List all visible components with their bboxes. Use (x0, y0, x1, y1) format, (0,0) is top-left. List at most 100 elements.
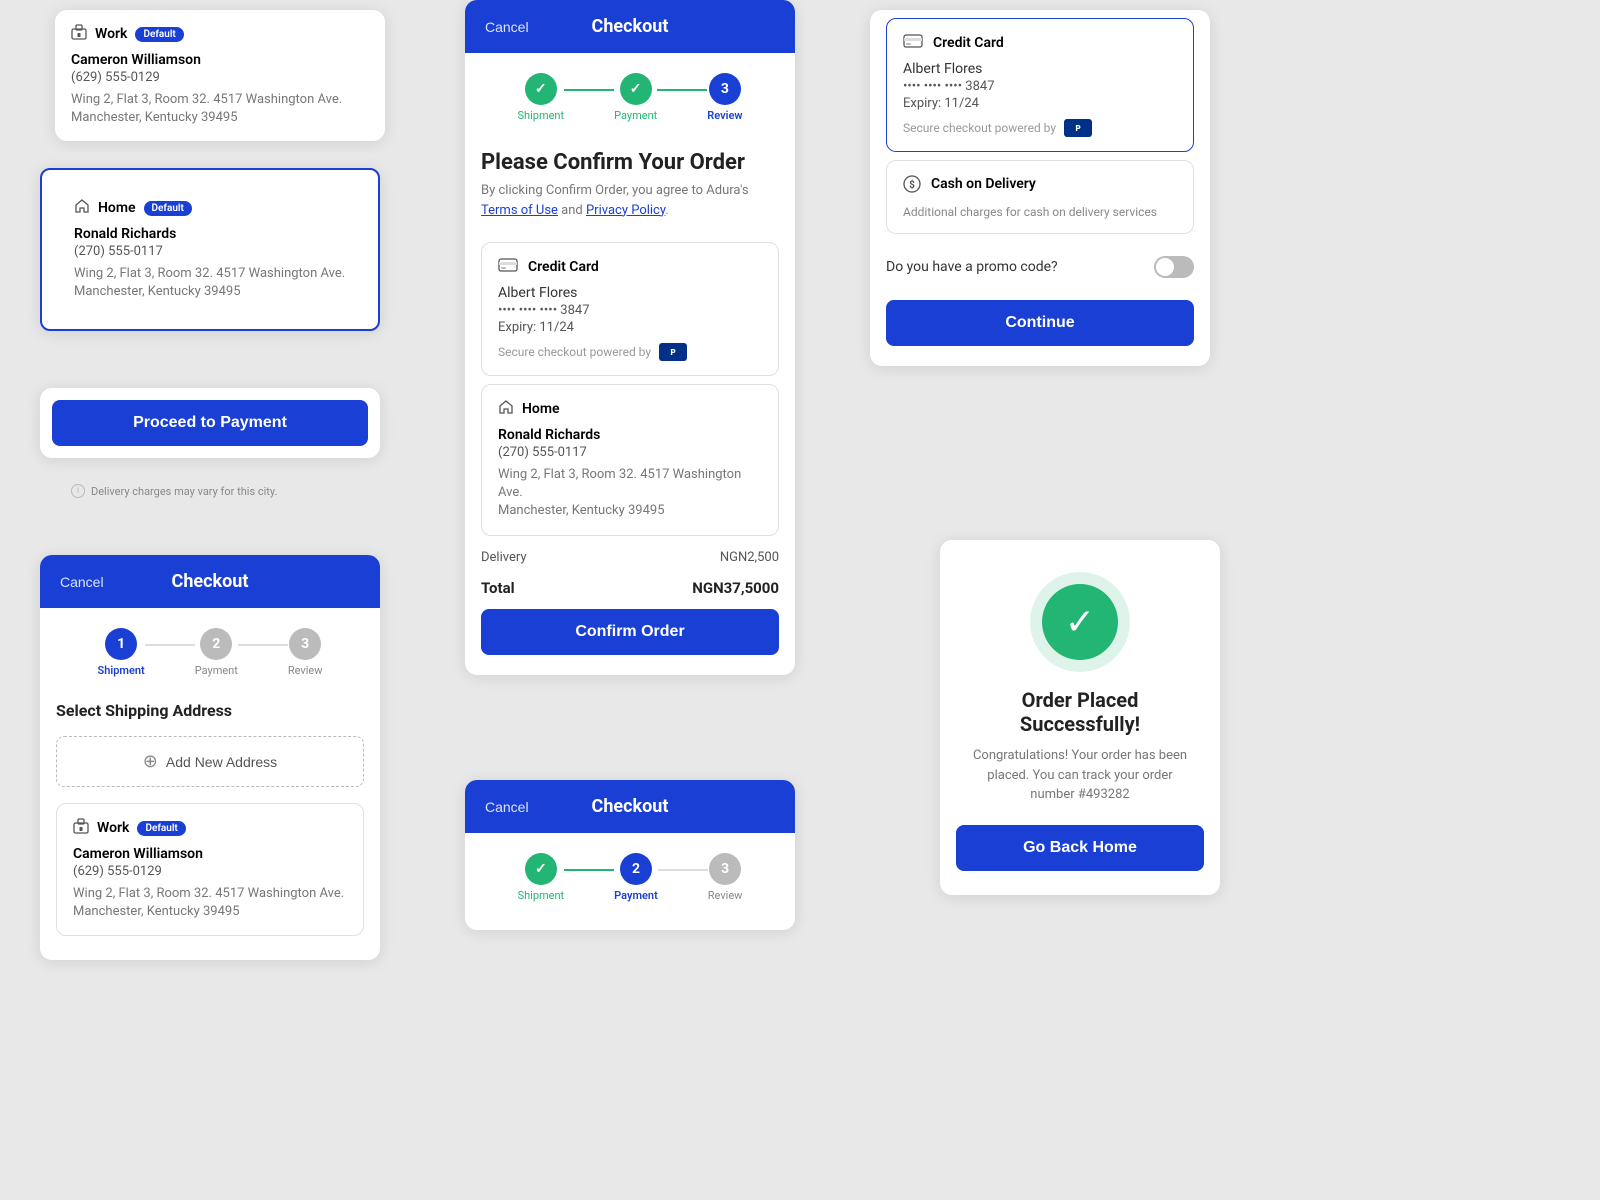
terms-link[interactable]: Terms of Use (481, 203, 558, 218)
checkout-confirm-title: Checkout (592, 16, 669, 37)
step2-line-2 (658, 869, 708, 871)
panel-card-number: •••• •••• •••• 3847 (903, 79, 1177, 94)
confirm-step-line-2 (657, 89, 707, 91)
continue-button[interactable]: Continue (886, 300, 1194, 346)
step2-shipment-circle: ✓ (525, 853, 557, 885)
svg-text:$: $ (909, 178, 915, 191)
confirm-step-shipment: ✓ Shipment (518, 73, 565, 122)
home-default-badge: Default (144, 201, 192, 216)
home-address: Wing 2, Flat 3, Room 32. 4517 Washington… (74, 265, 346, 301)
home-phone: (270) 555-0117 (74, 244, 346, 259)
work-address: Wing 2, Flat 3, Room 32. 4517 Washington… (71, 91, 369, 127)
checkout-confirm-card: Cancel Checkout ✓ Shipment ✓ Payment 3 R… (465, 0, 795, 675)
home-address-card-top[interactable]: Home Default Ronald Richards (270) 555-0… (40, 168, 380, 331)
proceed-payment-button[interactable]: Proceed to Payment (52, 400, 368, 446)
credit-card-option[interactable]: Credit Card Albert Flores •••• •••• ••••… (886, 18, 1194, 152)
checkout-step1-card: Cancel Checkout 1 Shipment 2 Payment 3 R… (40, 555, 380, 960)
confirm-card-expiry: Expiry: 11/24 (498, 320, 762, 335)
checkout-work-badge: Default (137, 821, 185, 836)
paypal-icon-panel: P (1064, 119, 1092, 137)
confirm-address-text: Wing 2, Flat 3, Room 32. 4517 Washington… (498, 466, 762, 521)
success-icon-wrap: ✓ (940, 540, 1220, 688)
checkout-step2-title: Checkout (592, 796, 669, 817)
work-icon-2 (73, 818, 89, 838)
delivery-note: i Delivery charges may vary for this cit… (55, 480, 385, 508)
total-row: Total NGN37,5000 (465, 571, 795, 609)
cod-icon: $ (903, 175, 921, 197)
work-icon (71, 24, 87, 44)
confirm-step-payment: ✓ Payment (614, 73, 657, 122)
add-new-address-button[interactable]: ⊕ Add New Address (56, 736, 364, 787)
panel-card-expiry: Expiry: 11/24 (903, 96, 1177, 111)
select-address-heading: Select Shipping Address (40, 685, 380, 728)
confirm-address-name: Ronald Richards (498, 427, 762, 443)
step-payment-label: Payment (195, 664, 238, 677)
step2-payment: 2 Payment (614, 853, 658, 902)
cancel-step1-button[interactable]: Cancel (60, 574, 104, 590)
step-payment: 2 Payment (195, 628, 238, 677)
confirm-step-review: 3 Review (707, 73, 742, 122)
step-review-circle: 3 (289, 628, 321, 660)
cancel-confirm-button[interactable]: Cancel (485, 19, 529, 35)
payment-panel: Credit Card Albert Flores •••• •••• ••••… (870, 10, 1210, 366)
confirm-step-line-1 (564, 89, 614, 91)
step2-line-1 (564, 869, 614, 871)
confirm-order-subtext: By clicking Confirm Order, you agree to … (465, 181, 795, 234)
cod-title-label: Cash on Delivery (931, 176, 1036, 192)
checkout-step1-title: Checkout (172, 571, 249, 592)
promo-row: Do you have a promo code? (870, 242, 1210, 292)
success-outer-circle: ✓ (1030, 572, 1130, 672)
cod-desc-label: Additional charges for cash on delivery … (903, 205, 1177, 219)
step-line-1 (145, 644, 195, 646)
panel-secure-row: Secure checkout powered by P (903, 119, 1177, 137)
checkout-step1-header: Cancel Checkout (40, 555, 380, 608)
total-value: NGN37,5000 (692, 579, 779, 597)
confirm-card-name: Albert Flores (498, 285, 762, 301)
checkout-step2-card: Cancel Checkout ✓ Shipment 2 Payment 3 R… (465, 780, 795, 930)
checkout-confirm-header: Cancel Checkout (465, 0, 795, 53)
checkout-work-type: Work (97, 820, 129, 836)
confirm-step-review-circle: 3 (709, 73, 741, 105)
step2-payment-label: Payment (614, 889, 658, 902)
home-type-label: Home (98, 200, 136, 216)
confirm-credit-card-title: Credit Card (528, 259, 599, 275)
confirm-order-title: Please Confirm Your Order (465, 130, 795, 181)
home-icon (74, 198, 90, 218)
cancel-step2-button[interactable]: Cancel (485, 799, 529, 815)
home-name: Ronald Richards (74, 226, 346, 242)
checkout-step1-stepper: 1 Shipment 2 Payment 3 Review (40, 608, 380, 685)
credit-card-title-panel: Credit Card (933, 35, 1004, 51)
privacy-link[interactable]: Privacy Policy (586, 203, 665, 218)
cod-option[interactable]: $ Cash on Delivery Additional charges fo… (886, 160, 1194, 234)
promo-toggle[interactable] (1154, 256, 1194, 278)
delivery-label: Delivery (481, 550, 527, 565)
confirm-order-button[interactable]: Confirm Order (481, 609, 779, 655)
checkout-work-address-card[interactable]: Work Default Cameron Williamson (629) 55… (56, 803, 364, 936)
confirm-address-phone: (270) 555-0117 (498, 445, 762, 460)
paypal-icon-confirm: P (659, 343, 687, 361)
go-home-button[interactable]: Go Back Home (956, 825, 1204, 871)
success-card: ✓ Order Placed Successfully! Congratulat… (940, 540, 1220, 895)
success-inner-circle: ✓ (1042, 584, 1118, 660)
work-phone: (629) 555-0129 (71, 70, 369, 85)
checkout-work-name: Cameron Williamson (73, 846, 347, 862)
step2-payment-circle: 2 (620, 853, 652, 885)
step-shipment: 1 Shipment (97, 628, 144, 677)
panel-secure-text: Secure checkout powered by (903, 121, 1056, 135)
default-badge: Default (135, 27, 183, 42)
confirm-address-type: Home (522, 401, 560, 417)
checkout-step2-header: Cancel Checkout (465, 780, 795, 833)
plus-icon: ⊕ (143, 751, 158, 772)
add-address-label: Add New Address (166, 754, 277, 770)
step-review: 3 Review (288, 628, 323, 677)
step-shipment-circle: 1 (105, 628, 137, 660)
confirm-secure-text: Secure checkout powered by (498, 345, 651, 359)
confirm-credit-card-block: Credit Card Albert Flores •••• •••• ••••… (481, 242, 779, 376)
step-line-2 (238, 644, 288, 646)
step-payment-circle: 2 (200, 628, 232, 660)
confirm-home-icon (498, 399, 514, 419)
delivery-value: NGN2,500 (720, 550, 779, 565)
confirm-secure-row: Secure checkout powered by P (498, 343, 762, 361)
success-desc: Congratulations! Your order has been pla… (940, 746, 1220, 825)
work-name: Cameron Williamson (71, 52, 369, 68)
